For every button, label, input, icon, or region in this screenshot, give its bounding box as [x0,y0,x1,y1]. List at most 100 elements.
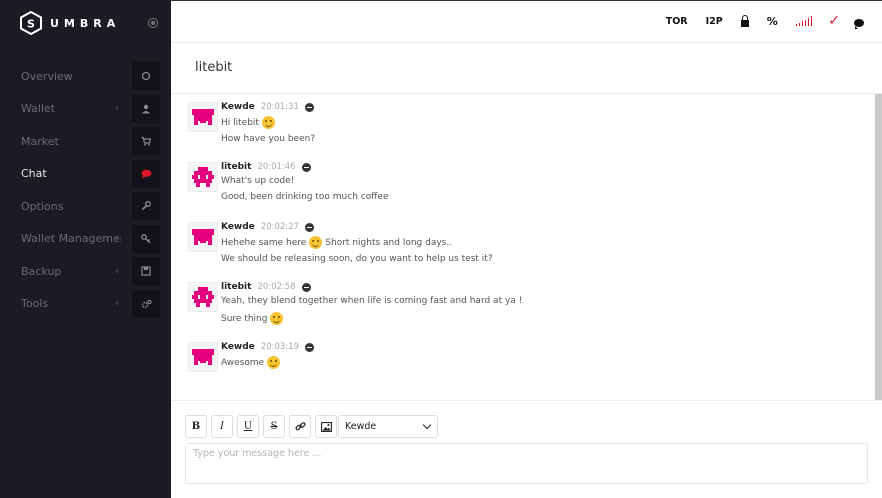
message-text: Sure thing [221,312,286,325]
staking-percent[interactable]: % [767,15,778,28]
sync-check-icon[interactable]: ✓ [828,13,840,29]
minus-circle-icon[interactable] [301,162,311,172]
link-icon [294,422,306,431]
sidebar-item-options[interactable]: Options [0,190,171,223]
message-header: litebit 20:02:58 [221,282,311,292]
sidebar-item-label: Wallet Management [21,232,121,246]
i2p-status[interactable]: I2P [706,16,723,27]
avatar [188,282,218,312]
gears-icon [132,289,160,318]
message-line: Yeah, they blend together when life is c… [221,296,523,306]
sidebar-item-label: Market [21,134,59,148]
chat-notification-icon[interactable] [854,19,864,29]
message-text: Yeah, they blend together when life is c… [221,296,522,306]
laughing-emoji-icon [309,236,323,249]
sidebar-item-wallet-management[interactable]: Wallet Management ‹ [0,223,171,256]
top-bar: TOR I2P % ✓ [171,0,882,43]
format-toolbar: B I U S [185,415,337,438]
user-select[interactable]: Kewde [338,415,438,438]
message-text: Awesome [221,356,283,369]
message-author[interactable]: litebit [221,162,251,172]
avatar [188,102,218,132]
chat-title: litebit [195,60,233,75]
divider [171,400,882,401]
scrollbar[interactable] [875,94,882,400]
underline-button[interactable]: U [237,415,259,438]
sidebar-item-overview[interactable]: Overview [0,60,171,93]
tongue-emoji-icon [267,356,281,369]
message-list: Kewde 20:01:31 Hi litebit How have you b… [171,94,874,400]
signal-icon[interactable] [795,16,813,26]
message-time: 20:02:27 [260,222,299,232]
sidebar-nav: Overview Wallet ‹ Market Chat Options Wa… [0,60,171,320]
message-author[interactable]: Kewde [221,102,255,112]
image-button[interactable] [315,415,337,438]
chevron-left-icon: ‹ [115,298,119,310]
sidebar-toggle-icon[interactable] [148,18,158,28]
message-line: We should be releasing soon, do you want… [221,254,493,264]
message-text: How have you been? [221,134,315,144]
avatar [188,222,218,252]
sidebar: S UMBRA Overview Wallet ‹ Market Chat Op… [0,0,171,498]
tor-status[interactable]: TOR [666,16,688,27]
message-header: Kewde 20:02:27 [221,222,314,232]
sidebar-item-wallet[interactable]: Wallet ‹ [0,93,171,126]
sidebar-item-label: Chat [21,167,47,181]
message-line: Sure thing [221,313,268,324]
message-line: Short nights and long days.. [325,237,453,248]
scrollbar-thumb[interactable] [875,94,882,400]
chat-icon [132,159,160,188]
message-time: 20:01:31 [260,102,299,112]
chevron-left-icon: ‹ [115,103,119,115]
avatar [188,342,218,372]
sidebar-item-label: Tools [21,297,49,311]
message-author[interactable]: litebit [221,282,251,292]
message-header: Kewde 20:03:19 [221,342,314,352]
image-icon [320,421,332,432]
message-author[interactable]: Kewde [221,222,255,232]
message-time: 20:02:58 [257,282,296,292]
bold-button[interactable]: B [185,415,207,438]
message-text: Hi litebit [221,116,278,129]
link-button[interactable] [289,415,311,438]
umbra-logo-icon: S [20,11,42,35]
message-time: 20:01:46 [257,162,296,172]
message-header: litebit 20:01:46 [221,162,311,172]
sidebar-item-backup[interactable]: Backup ‹ [0,255,171,288]
sidebar-item-label: Wallet [21,102,56,116]
lock-icon[interactable] [740,14,749,27]
logo[interactable]: S UMBRA [20,11,120,35]
sidebar-item-label: Backup [21,264,62,278]
strikethrough-button[interactable]: S [263,415,285,438]
cart-icon [132,127,160,155]
user-icon [132,94,160,123]
chevron-down-icon [422,420,432,430]
message-line: Hi litebit [221,117,259,128]
italic-button[interactable]: I [211,415,233,438]
sidebar-item-market[interactable]: Market [0,125,171,158]
minus-circle-icon[interactable] [304,342,314,352]
app-name: UMBRA [50,16,121,30]
sidebar-item-tools[interactable]: Tools ‹ [0,288,171,321]
chevron-left-icon: ‹ [115,233,119,245]
sidebar-item-label: Options [21,199,64,213]
chevron-left-icon: ‹ [115,265,119,277]
smile-emoji-icon [270,312,284,325]
message-text: We should be releasing soon, do you want… [221,254,493,264]
laughing-emoji-icon [261,116,275,129]
message-header: Kewde 20:01:31 [221,102,314,112]
message-line: Awesome [221,357,265,368]
message-text: Hehehe same here Short nights and long da… [221,236,452,249]
sidebar-item-chat[interactable]: Chat [0,158,171,191]
key-icon [132,224,160,253]
message-time: 20:03:19 [260,342,299,352]
minus-circle-icon[interactable] [301,282,311,292]
minus-circle-icon[interactable] [304,102,314,112]
message-input[interactable] [185,443,868,484]
minus-circle-icon[interactable] [304,222,314,232]
message-text: Good, been drinking too much coffee [221,192,389,202]
svg-text:S: S [27,18,35,31]
message-line: What's up code! [221,176,295,186]
user-select-value: Kewde [345,421,377,432]
message-author[interactable]: Kewde [221,342,255,352]
